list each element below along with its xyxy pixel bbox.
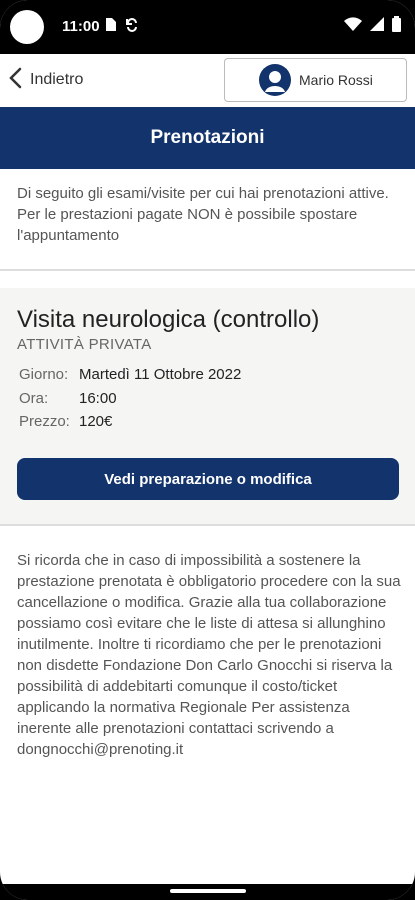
back-label: Indietro (30, 71, 84, 88)
status-time: 11:00 (62, 18, 100, 35)
price-value: 120€ (79, 413, 113, 430)
booking-title: Visita neurologica (controllo) (17, 306, 320, 333)
home-gesture-handle[interactable] (170, 889, 246, 893)
sync-icon (126, 18, 138, 35)
booking-card: Visita neurologica (controllo) ATTIVITÀ … (0, 288, 415, 524)
user-profile-button[interactable]: Mario Rossi (224, 58, 407, 102)
view-preparation-button[interactable]: Vedi preparazione o modifica (17, 458, 399, 500)
intro-text: Di seguito gli esami/visite per cui hai … (17, 185, 389, 244)
booking-type: ATTIVITÀ PRIVATA (17, 336, 152, 353)
back-button[interactable]: Indietro (8, 64, 83, 96)
wifi-icon (344, 17, 362, 36)
battery-icon (392, 16, 401, 37)
user-name: Mario Rossi (299, 72, 373, 88)
app-screen: 11:00 Indietro Mario Rossi Prenotazioni … (0, 0, 415, 900)
cancellation-notice: Si ricorda che in caso di impossibilità … (17, 552, 401, 758)
status-bar: 11:00 (0, 0, 415, 54)
signal-icon (370, 17, 384, 36)
price-label: Prezzo: (19, 413, 70, 430)
top-header: Indietro Mario Rossi (0, 54, 415, 106)
divider (0, 269, 415, 271)
time-label: Ora: (19, 390, 49, 407)
user-avatar-icon (259, 64, 291, 96)
divider (0, 524, 415, 526)
date-value: Martedì 11 Ottobre 2022 (79, 366, 242, 383)
booking-date-row: Giorno: Martedì 11 Ottobre 2022 (19, 366, 241, 383)
booking-price-row: Prezzo: 120€ (19, 413, 112, 430)
date-label: Giorno: (19, 366, 69, 383)
booking-time-row: Ora: 16:00 (19, 390, 117, 407)
sim-icon (106, 18, 116, 34)
camera-cutout (10, 10, 44, 44)
page-title: Prenotazioni (0, 107, 415, 169)
system-nav-bar (0, 884, 415, 900)
time-value: 16:00 (79, 390, 117, 407)
chevron-left-icon (8, 66, 24, 95)
